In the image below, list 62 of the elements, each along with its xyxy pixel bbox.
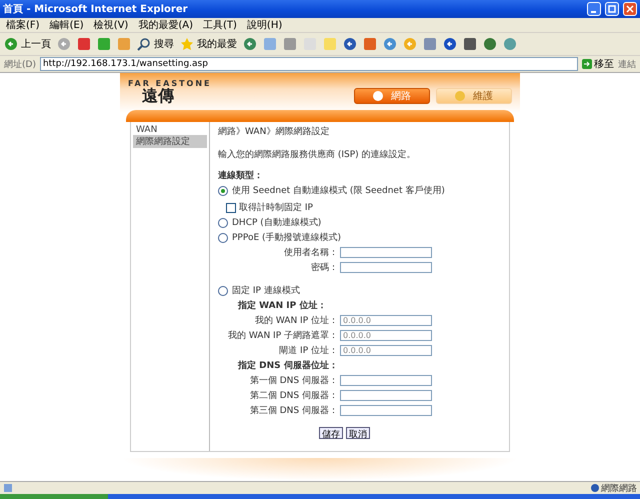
input-field[interactable] [340,390,432,402]
field-label: 密碼： [310,262,338,274]
radio-label: 固定 IP 連線模式 [232,284,300,298]
window-title: 首頁 - Microsoft Internet Explorer [3,2,189,16]
address-label: 網址(D) [4,58,36,70]
form-button[interactable]: 儲存 [319,427,343,440]
radio-button[interactable] [218,232,228,243]
field-label: 我的 WAN IP 位址： [254,314,338,328]
group-heading: 指定 DNS 伺服器位址： [236,359,339,372]
go-button[interactable]: 移至 [582,57,614,71]
field-label: 閘道 IP 位址： [278,344,338,358]
input-field[interactable]: 0.0.0.0 [340,330,432,342]
radio-label: DHCP (自動連線模式) [232,216,322,230]
input-field[interactable] [340,375,432,386]
close-button[interactable] [623,2,637,16]
brand-logo: FAR EASTONE 遠傳 [128,79,212,104]
circle-icon [373,91,383,102]
search-icon [137,37,151,51]
input-field[interactable]: 0.0.0.0 [340,315,432,326]
close-icon [626,5,634,13]
maximize-button[interactable] [605,2,619,16]
intro-text: 輸入您的網際網路服務供應商 (ISP) 的連線設定。 [218,148,417,162]
input-field[interactable] [340,405,432,416]
radio-button[interactable] [218,218,228,228]
search-button[interactable]: 搜尋 [137,37,174,51]
menu-item[interactable]: 工具(T) [203,18,237,32]
menu-item[interactable]: 說明(H) [246,18,282,32]
minimize-button[interactable] [587,2,601,16]
menu-item[interactable]: 檢視(V) [94,18,128,32]
sidebar-item[interactable]: WAN [133,125,207,136]
input-field[interactable] [340,262,432,274]
form-button[interactable]: 取消 [346,427,370,440]
group-heading: 指定 WAN IP 位址： [236,299,328,312]
links-label[interactable]: 連結 [618,58,636,70]
nav-tab[interactable]: 維護 [436,88,512,104]
radio-button[interactable] [218,186,228,196]
field-label: 我的 WAN IP 子網路遮罩： [227,330,338,342]
field-label: 第二個 DNS 伺服器： [248,390,338,402]
menu-item[interactable]: 編輯(E) [50,18,84,32]
radio-label: 使用 Seednet 自動連線模式 (限 Seednet 客戶使用) [232,184,445,198]
sidebar-item[interactable]: 網際網路設定 [133,135,207,148]
input-field[interactable]: 0.0.0.0 [340,345,432,356]
input-field[interactable] [340,247,432,258]
arrow-icon [582,59,592,69]
breadcrumb: 網路》WAN》網際網路設定 [218,126,330,138]
zone-label: 網際網路 [591,482,637,494]
radio-button[interactable] [218,286,228,296]
radio-label: PPPoE (手動撥號連線模式) [232,232,342,244]
checkbox[interactable] [226,202,236,213]
checkbox-label: 取得計時制固定 IP [239,202,313,214]
menu-item[interactable]: 檔案(F) [6,18,40,32]
star-icon [180,37,194,51]
field-label: 使用者名稱： [283,246,338,260]
section-label: 連線類型： [218,169,264,182]
field-label: 第一個 DNS 伺服器： [248,374,338,388]
page-icon [3,483,13,493]
favorites-button[interactable]: 我的最愛 [180,37,237,51]
maximize-icon [608,5,616,13]
field-label: 第三個 DNS 伺服器： [248,404,338,418]
back-button[interactable]: 上一頁 [4,37,51,51]
address-field[interactable]: http://192.168.173.1/wansetting.asp [40,57,578,71]
menu-item[interactable]: 我的最愛(A) [138,18,193,32]
